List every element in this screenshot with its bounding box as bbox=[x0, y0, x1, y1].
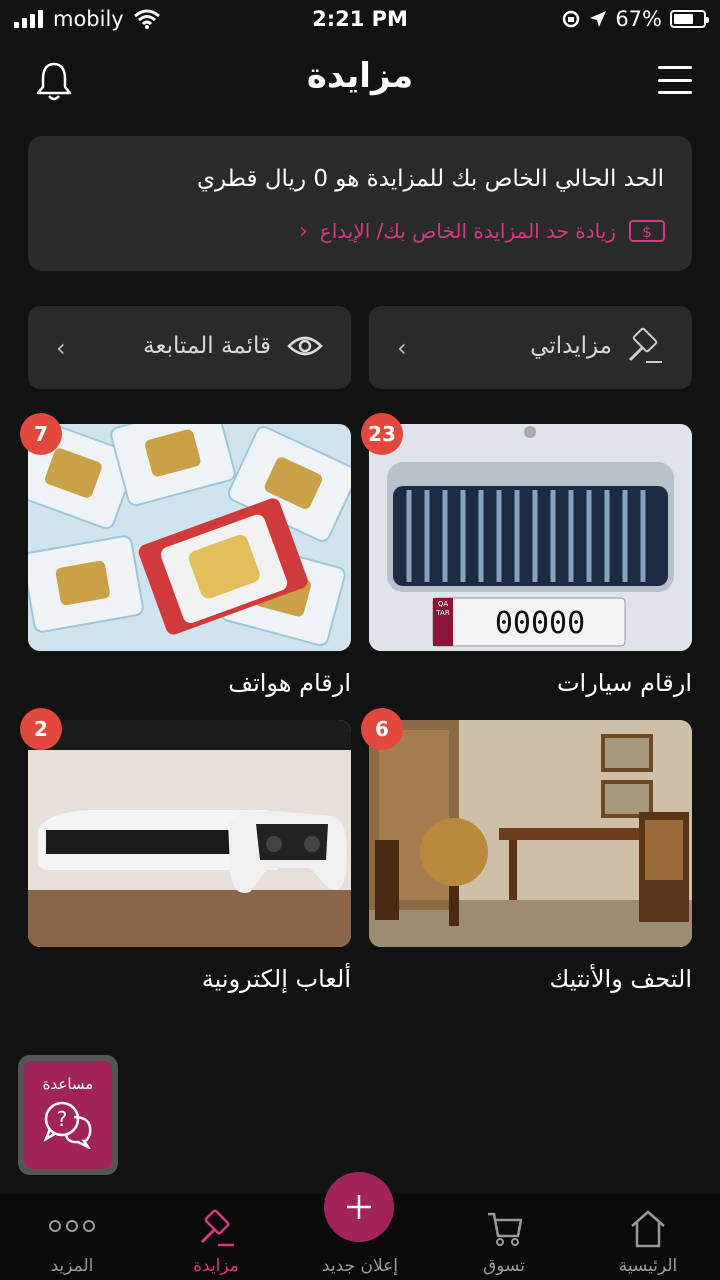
plate-number: 00000 bbox=[494, 606, 586, 641]
nav-home-label: الرئيسية bbox=[618, 1256, 678, 1276]
plate-country: QATAR bbox=[436, 600, 450, 617]
nav-more-label: المزيد bbox=[50, 1256, 94, 1276]
rotation-lock-icon bbox=[563, 10, 580, 28]
help-button[interactable]: مساعدة ? bbox=[18, 1055, 118, 1175]
raise-limit-link[interactable]: $ زيادة حد المزايدة الخاص بك/ الإيداع ‹ bbox=[299, 218, 666, 244]
electronic-games-image bbox=[28, 720, 351, 947]
count-badge: 23 bbox=[361, 413, 403, 455]
battery-fill bbox=[674, 14, 693, 24]
battery-icon bbox=[670, 10, 709, 28]
gavel-icon bbox=[628, 327, 662, 363]
bid-limit-text: الحد الحالي الخاص بك للمزايدة هو 0 ريال … bbox=[196, 166, 664, 192]
add-ad-button[interactable] bbox=[324, 1172, 394, 1242]
antiques-image bbox=[369, 720, 692, 947]
category-name: ألعاب إلكترونية bbox=[201, 965, 351, 993]
nav-more[interactable]: المزيد bbox=[0, 1194, 144, 1280]
cart-icon bbox=[488, 1212, 523, 1246]
count-badge: 7 bbox=[20, 413, 62, 455]
category-car-plates[interactable]: QATAR 00000 ارقام سيارات bbox=[369, 424, 692, 697]
home-icon bbox=[631, 1210, 665, 1248]
nav-shop[interactable]: تسوق bbox=[432, 1194, 576, 1280]
my-auctions-label: مزايداتي bbox=[530, 333, 612, 359]
eye-icon bbox=[287, 336, 323, 356]
location-icon bbox=[590, 11, 607, 27]
category-electronic-games[interactable]: ألعاب إلكترونية bbox=[28, 720, 351, 993]
category-antiques[interactable]: التحف والأنتيك bbox=[369, 720, 692, 993]
car-plates-image: QATAR 00000 bbox=[369, 424, 692, 651]
money-icon: $ bbox=[629, 220, 665, 242]
chat-help-icon: ? bbox=[43, 1101, 92, 1151]
chevron-left-icon: ‹ bbox=[298, 218, 308, 244]
app-header: مزايدة bbox=[0, 48, 720, 116]
nav-home[interactable]: الرئيسية bbox=[576, 1194, 720, 1280]
svg-text:$: $ bbox=[642, 223, 652, 241]
count-badge: 2 bbox=[20, 708, 62, 750]
nav-auction-label: مزايدة bbox=[193, 1256, 239, 1276]
page-title: مزايدة bbox=[306, 56, 414, 96]
nav-shop-label: تسوق bbox=[483, 1256, 525, 1276]
battery-percent: 67% bbox=[615, 7, 662, 31]
category-name: التحف والأنتيك bbox=[549, 965, 692, 993]
svg-text:?: ? bbox=[57, 1107, 68, 1131]
help-inner: مساعدة ? bbox=[24, 1061, 112, 1169]
category-phone-numbers[interactable]: ارقام هواتف bbox=[28, 424, 351, 697]
nav-auction[interactable]: مزايدة bbox=[144, 1194, 288, 1280]
screen: mobily 2:21 PM 67% مزايدة الحد الحالي ال… bbox=[0, 0, 720, 1280]
category-name: ارقام هواتف bbox=[228, 669, 351, 697]
status-right: 67% bbox=[561, 7, 709, 31]
chevron-left-icon: ‹ bbox=[56, 334, 66, 362]
gavel-icon bbox=[200, 1209, 234, 1247]
watchlist-button[interactable]: قائمة المتابعة ‹ bbox=[28, 306, 351, 389]
help-label: مساعدة bbox=[42, 1075, 94, 1093]
more-dots-icon bbox=[49, 1220, 95, 1232]
status-bar: mobily 2:21 PM 67% bbox=[0, 0, 720, 38]
category-name: ارقام سيارات bbox=[556, 669, 692, 697]
nav-new-ad-label: إعلان جديد bbox=[322, 1256, 398, 1276]
plus-icon bbox=[347, 1195, 371, 1219]
bid-limit-card: الحد الحالي الخاص بك للمزايدة هو 0 ريال … bbox=[28, 136, 692, 271]
watchlist-label: قائمة المتابعة bbox=[143, 333, 271, 359]
sim-cards-image bbox=[28, 424, 351, 651]
count-badge: 6 bbox=[361, 708, 403, 750]
my-auctions-button[interactable]: مزايداتي ‹ bbox=[369, 306, 692, 389]
raise-limit-label: زيادة حد المزايدة الخاص بك/ الإيداع bbox=[319, 219, 616, 243]
chevron-left-icon: ‹ bbox=[397, 334, 407, 362]
hamburger-menu-icon[interactable] bbox=[658, 66, 692, 94]
